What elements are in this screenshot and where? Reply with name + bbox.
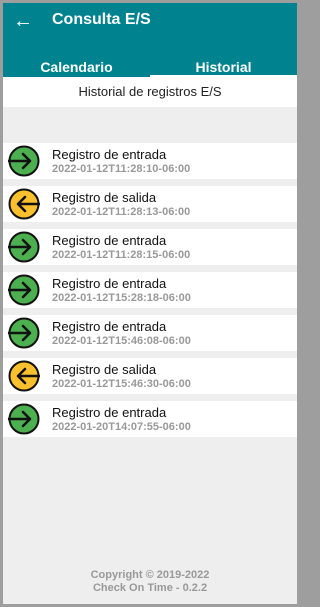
record-timestamp: 2022-01-12T11:28:13-06:00	[52, 206, 191, 218]
page-title: Consulta E/S	[52, 11, 151, 28]
record-label: Registro de salida	[52, 362, 157, 377]
footer: Copyright © 2019-2022 Check On Time - 0.…	[3, 569, 297, 595]
history-subheader: Historial de registros E/S	[3, 77, 297, 107]
record-label: Registro de entrada	[52, 147, 167, 162]
record-timestamp: 2022-01-12T15:28:18-06:00	[52, 292, 191, 304]
record-timestamp: 2022-01-12T11:28:10-06:00	[52, 163, 191, 175]
record-label: Registro de entrada	[52, 405, 167, 420]
record-row[interactable]: Registro de entrada 2022-01-12T15:46:08-0…	[3, 315, 297, 351]
copyright-text: Copyright © 2019-2022	[90, 569, 210, 581]
record-timestamp: 2022-01-12T15:46:08-06:00	[52, 335, 191, 347]
entry-arrow-icon	[8, 317, 40, 349]
back-arrow-icon[interactable]: ←	[12, 10, 34, 32]
exit-arrow-icon	[8, 188, 40, 220]
record-row[interactable]: Registro de salida 2022-01-12T11:28:13-06…	[3, 186, 297, 222]
entry-arrow-icon	[8, 231, 40, 263]
entry-arrow-icon	[8, 274, 40, 306]
record-row[interactable]: Registro de entrada 2022-01-20T14:07:55-0…	[3, 401, 297, 437]
record-row[interactable]: Registro de entrada 2022-01-12T11:28:15-0…	[3, 229, 297, 265]
record-row[interactable]: Registro de entrada 2022-01-12T15:28:18-0…	[3, 272, 297, 308]
record-timestamp: 2022-01-12T15:46:30-06:00	[52, 378, 191, 390]
entry-arrow-icon	[8, 403, 40, 435]
tab-calendario[interactable]: Calendario	[3, 59, 150, 75]
tab-historial[interactable]: Historial	[150, 59, 297, 75]
app-bar: ← Consulta E/S Calendario Historial	[3, 3, 297, 77]
app-frame: ← Consulta E/S Calendario Historial Hist…	[3, 3, 297, 604]
version-text: Check On Time - 0.2.2	[92, 582, 208, 594]
record-label: Registro de entrada	[52, 319, 167, 334]
record-label: Registro de entrada	[52, 233, 167, 248]
record-label: Registro de entrada	[52, 276, 167, 291]
record-timestamp: 2022-01-20T14:07:55-06:00	[52, 421, 191, 433]
entry-arrow-icon	[8, 145, 40, 177]
record-label: Registro de salida	[52, 190, 157, 205]
record-timestamp: 2022-01-12T11:28:15-06:00	[52, 249, 191, 261]
record-row[interactable]: Registro de salida 2022-01-12T15:46:30-06…	[3, 358, 297, 394]
exit-arrow-icon	[8, 360, 40, 392]
record-row[interactable]: Registro de entrada 2022-01-12T11:28:10-0…	[3, 143, 297, 179]
